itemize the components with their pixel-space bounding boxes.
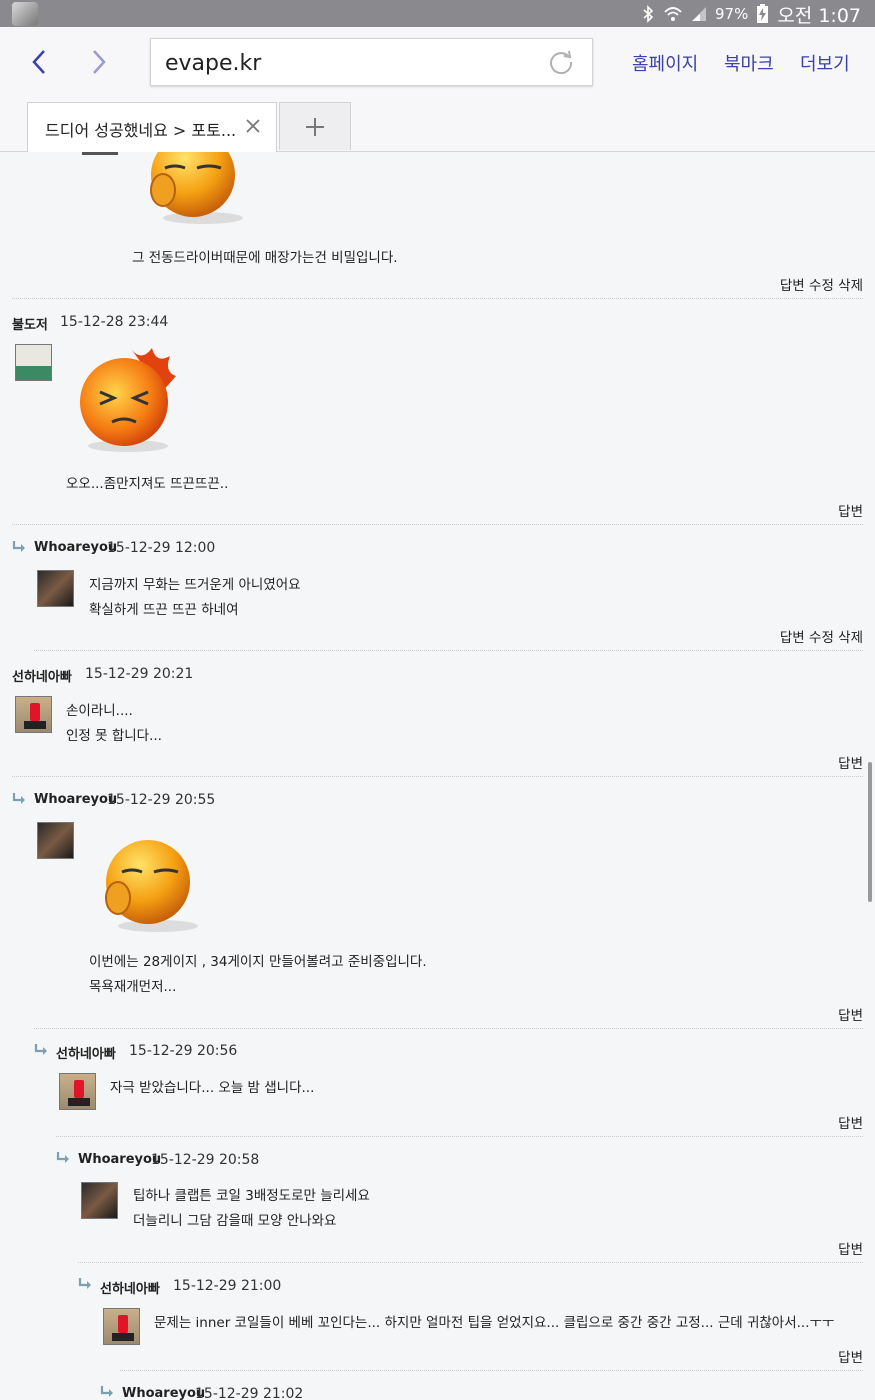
divider xyxy=(78,1262,863,1263)
close-icon[interactable] xyxy=(244,117,262,139)
address-bar[interactable]: evape.kr xyxy=(150,38,593,86)
divider xyxy=(12,524,863,525)
hot-face-emoticon-icon xyxy=(80,348,176,452)
reply-arrow-icon xyxy=(100,1386,113,1397)
comment-text: 더늘리니 그담 감을때 모양 안나와요 xyxy=(133,1213,337,1229)
clock: 오전 1:07 xyxy=(777,4,861,27)
scrollbar[interactable] xyxy=(868,762,872,902)
comment-actions[interactable]: 답변 수정 삭제 xyxy=(780,626,863,646)
home-link[interactable]: 홈페이지 xyxy=(632,50,698,76)
more-link[interactable]: 더보기 xyxy=(800,50,850,76)
comment-author[interactable]: 선하네아빠 xyxy=(12,666,72,685)
bookmark-link[interactable]: 북마크 xyxy=(724,50,774,76)
comment-text: 확실하게 뜨끈 뜨끈 하네여 xyxy=(89,602,239,618)
comment-date: 15-12-29 20:55 xyxy=(107,792,216,808)
comment-text: 자극 받았습니다... 오늘 밤 샙니다... xyxy=(110,1080,315,1096)
comment-author[interactable]: Whoareyou xyxy=(78,1152,161,1167)
comment-date: 15-12-29 20:56 xyxy=(129,1043,238,1059)
avatar xyxy=(103,1308,140,1345)
divider xyxy=(34,650,863,651)
divider xyxy=(56,1136,863,1137)
comment-text: 목욕재개먼저... xyxy=(89,979,177,995)
back-button[interactable] xyxy=(24,47,54,77)
divider xyxy=(120,1370,863,1371)
comment-date: 15-12-28 23:44 xyxy=(60,314,169,330)
battery-percent: 97% xyxy=(714,5,749,23)
divider xyxy=(34,1028,863,1029)
comment-date: 15-12-29 20:21 xyxy=(85,666,194,682)
comment-actions[interactable]: 답변 xyxy=(838,1238,863,1258)
avatar xyxy=(59,1073,96,1110)
tab-current[interactable]: 드디어 성공했네요 > 포토... xyxy=(27,102,277,152)
forward-button[interactable] xyxy=(84,47,114,77)
comment-author[interactable]: 선하네아빠 xyxy=(56,1043,116,1062)
new-tab-button[interactable] xyxy=(279,102,351,150)
comment-text: 오오...좀만지져도 뜨끈뜨끈.. xyxy=(66,476,229,492)
comment-actions[interactable]: 답변 xyxy=(838,1346,863,1366)
comment-date: 15-12-29 21:02 xyxy=(195,1386,304,1400)
comment-author[interactable]: Whoareyou xyxy=(122,1386,205,1400)
comment-text: 팁하나 클랩튼 코일 3배정도로만 늘리세요 xyxy=(133,1188,370,1204)
avatar xyxy=(37,570,74,607)
comment-text: 문제는 inner 코일들이 베베 꼬인다는... 하지만 얼마전 팁을 얻었지… xyxy=(154,1315,835,1331)
tab-title: 드디어 성공했네요 > 포토... xyxy=(45,121,237,140)
comment-list: 그 전동드라이버때문에 매장가는건 비밀입니다. 답변 수정 삭제 불도저 15… xyxy=(0,152,875,1400)
avatar xyxy=(15,696,52,733)
reply-arrow-icon xyxy=(34,1044,47,1055)
bluetooth-icon xyxy=(641,5,655,23)
comment-date: 15-12-29 20:58 xyxy=(151,1152,260,1168)
comment-date: 15-12-29 21:00 xyxy=(173,1278,282,1294)
avatar xyxy=(37,822,74,859)
comment-date: 15-12-29 12:00 xyxy=(107,540,216,556)
reply-arrow-icon xyxy=(12,793,25,804)
comment-author[interactable]: Whoareyou xyxy=(34,540,117,555)
chevron-right-icon xyxy=(93,50,106,74)
comment-text: 손이라니.... xyxy=(66,703,133,719)
smug-emoticon-icon xyxy=(150,152,243,224)
reply-arrow-icon xyxy=(56,1152,69,1163)
wifi-icon xyxy=(663,5,683,23)
comment-text: 지금까지 무화는 뜨거운게 아니였어요 xyxy=(89,577,301,593)
comment-actions[interactable]: 답변 수정 삭제 xyxy=(780,274,863,294)
smug-emoticon-icon xyxy=(105,840,198,932)
comment-author[interactable]: 불도저 xyxy=(12,314,48,333)
chevron-left-icon xyxy=(32,50,45,74)
signal-icon xyxy=(691,6,707,22)
url-text: evape.kr xyxy=(165,51,262,76)
battery-charging-icon xyxy=(756,4,769,24)
app-notification-icon xyxy=(12,2,38,26)
divider xyxy=(12,776,863,777)
comment-actions[interactable]: 답변 xyxy=(838,500,863,520)
comment-author[interactable]: 선하네아빠 xyxy=(100,1278,160,1297)
comment-text: 이번에는 28게이지 , 34게이지 만들어볼려고 준비중입니다. xyxy=(89,954,427,970)
reply-arrow-icon xyxy=(12,541,25,552)
avatar xyxy=(81,1182,118,1219)
avatar xyxy=(82,152,118,155)
comment-actions[interactable]: 답변 xyxy=(838,752,863,772)
comment-actions[interactable]: 답변 xyxy=(838,1004,863,1024)
comment-text: 인정 못 합니다... xyxy=(66,728,162,744)
status-bar: 97% 오전 1:07 xyxy=(0,0,875,27)
divider xyxy=(12,298,863,299)
reply-arrow-icon xyxy=(78,1278,91,1289)
comment-text: 그 전동드라이버때문에 매장가는건 비밀입니다. xyxy=(132,250,398,266)
reload-icon[interactable] xyxy=(548,49,574,79)
plus-icon xyxy=(306,117,324,136)
comment-author[interactable]: Whoareyou xyxy=(34,792,117,807)
avatar xyxy=(15,344,52,381)
comment-actions[interactable]: 답변 xyxy=(838,1112,863,1132)
